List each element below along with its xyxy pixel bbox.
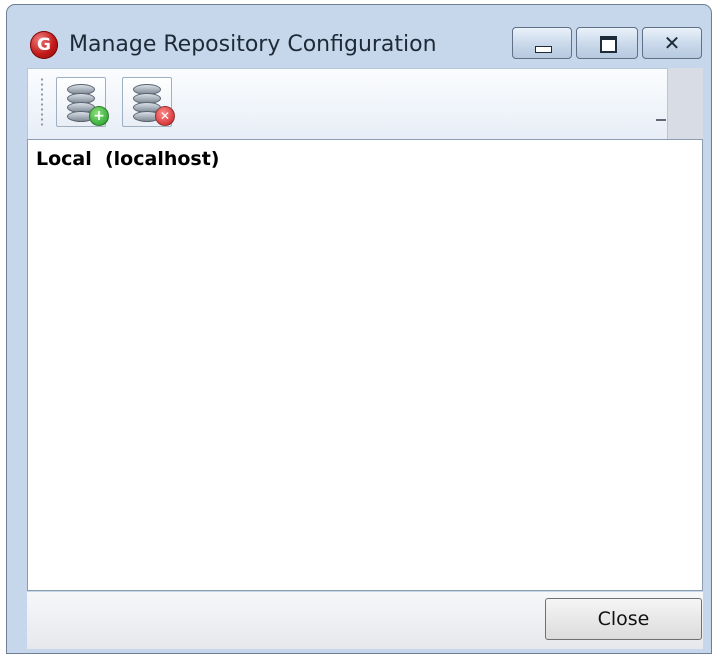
app-logo-letter: G [37, 35, 51, 55]
minimize-button[interactable] [512, 27, 572, 59]
minimize-icon [535, 46, 552, 53]
repository-item[interactable]: Local (localhost) [36, 148, 220, 170]
toolbar-overflow-icon[interactable] [656, 119, 666, 125]
toolbar-end-area [668, 68, 703, 139]
maximize-button[interactable] [576, 27, 638, 59]
plus-icon: + [89, 106, 109, 126]
toolbar-grip-handle[interactable] [40, 77, 44, 127]
add-repository-button[interactable]: + [56, 77, 109, 127]
window-title: Manage Repository Configuration [69, 32, 437, 57]
title-bar[interactable]: G Manage Repository Configuration ✕ [7, 5, 711, 67]
x-icon: ✕ [155, 106, 175, 126]
close-window-button[interactable]: ✕ [642, 27, 702, 59]
database-add-icon: + [67, 84, 109, 126]
repository-list[interactable]: Local (localhost) [27, 139, 703, 591]
maximize-icon [600, 36, 617, 53]
manage-repository-window: G Manage Repository Configuration ✕ + ✕ … [6, 4, 712, 654]
close-button[interactable]: Close [545, 598, 702, 640]
dialog-footer: Close [27, 592, 703, 649]
remove-repository-button[interactable]: ✕ [122, 77, 175, 127]
close-icon: ✕ [663, 31, 681, 55]
app-logo-icon: G [30, 31, 58, 59]
database-remove-icon: ✕ [133, 84, 175, 126]
toolbar: + ✕ [27, 68, 668, 139]
